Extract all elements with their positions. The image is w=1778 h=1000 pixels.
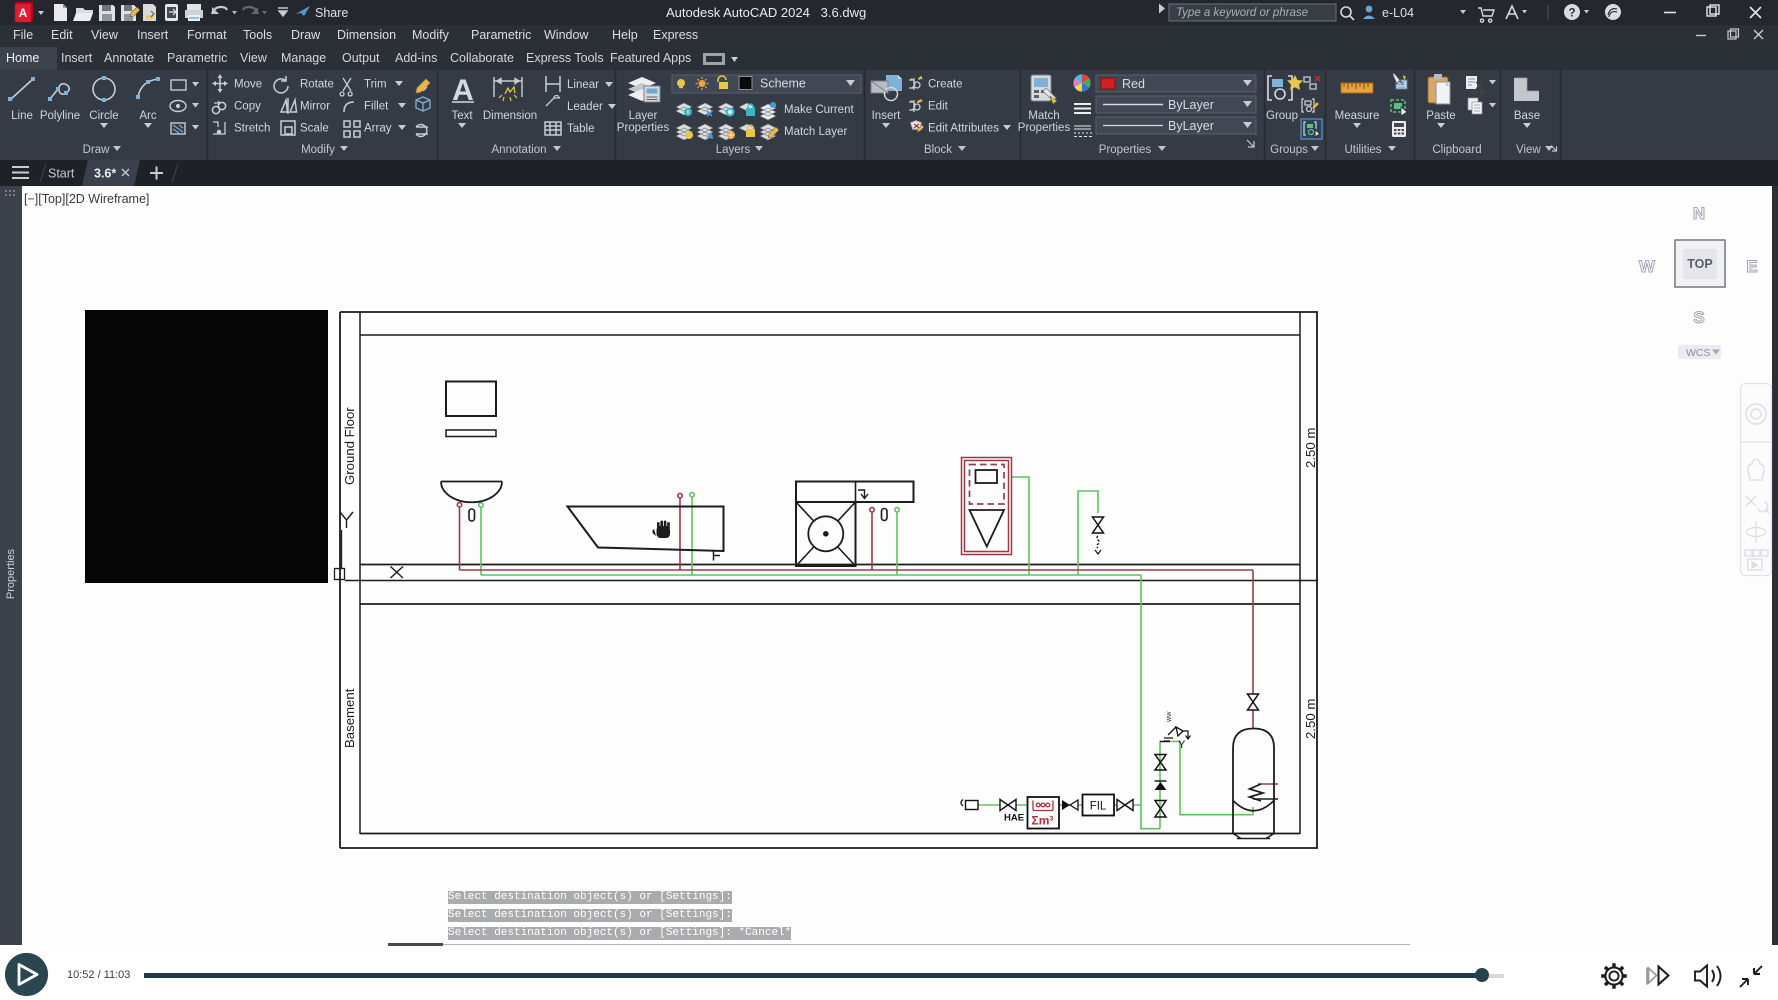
- svg-text:Dimension: Dimension: [483, 110, 537, 122]
- svg-text:Basement: Basement: [342, 688, 357, 748]
- svg-text:Text: Text: [451, 110, 473, 122]
- svg-text:TOP: TOP: [1687, 257, 1712, 271]
- svg-text:Move: Move: [234, 79, 262, 91]
- svg-text:Leader: Leader: [567, 101, 603, 113]
- svg-text:Base: Base: [1514, 110, 1540, 122]
- svg-text:HAE: HAE: [1004, 813, 1024, 824]
- svg-text:Block: Block: [924, 144, 952, 156]
- svg-text:Draw: Draw: [83, 144, 111, 156]
- svg-text:Polyline: Polyline: [40, 110, 80, 122]
- svg-text:Fillet: Fillet: [364, 101, 389, 113]
- svg-text:e-L04: e-L04: [1382, 6, 1414, 20]
- svg-text:Match: Match: [1028, 110, 1059, 122]
- svg-text:Line: Line: [11, 110, 33, 122]
- svg-text:Edit Attributes: Edit Attributes: [928, 123, 999, 135]
- svg-text:Share: Share: [315, 6, 348, 20]
- svg-text:Linear: Linear: [567, 79, 599, 91]
- svg-text:A: A: [19, 6, 28, 20]
- svg-text:Insert: Insert: [872, 110, 902, 122]
- svg-text:View: View: [1516, 144, 1541, 156]
- svg-text:Utilities: Utilities: [1344, 144, 1381, 156]
- svg-text:Stretch: Stretch: [234, 123, 270, 135]
- svg-text:ByLayer: ByLayer: [1168, 119, 1214, 133]
- svg-text:Arc: Arc: [139, 110, 157, 122]
- svg-text:Group: Group: [1266, 110, 1298, 122]
- svg-text:Circle: Circle: [89, 110, 118, 122]
- svg-text:Layer: Layer: [629, 110, 658, 122]
- svg-text:Groups: Groups: [1270, 144, 1308, 156]
- svg-text:S: S: [1693, 308, 1704, 327]
- svg-text:Edit: Edit: [928, 101, 949, 113]
- svg-text:FIL: FIL: [1090, 801, 1107, 813]
- svg-text:Modify: Modify: [301, 144, 335, 156]
- svg-text:Array: Array: [364, 123, 392, 135]
- svg-text:Type a keyword or phrase: Type a keyword or phrase: [1176, 7, 1308, 19]
- svg-text:Properties: Properties: [617, 122, 670, 134]
- svg-text:E: E: [1746, 257, 1757, 276]
- svg-text:Annotation: Annotation: [492, 144, 547, 156]
- svg-text:Measure: Measure: [1335, 110, 1380, 122]
- svg-text:Copy: Copy: [234, 101, 261, 113]
- svg-text:W: W: [1639, 257, 1656, 276]
- svg-text:Start: Start: [48, 167, 75, 181]
- svg-text:N: N: [1693, 204, 1705, 223]
- svg-text:2.50 m: 2.50 m: [1303, 699, 1318, 739]
- svg-text:Autodesk AutoCAD 2024 3.6.dw: Autodesk AutoCAD 2024 3.6.dwg: [666, 5, 866, 20]
- svg-text:Ground Floor: Ground Floor: [342, 407, 357, 485]
- svg-text:Rotate: Rotate: [300, 79, 334, 91]
- svg-text:Match Layer: Match Layer: [784, 126, 847, 138]
- svg-text:ByLayer: ByLayer: [1168, 98, 1214, 112]
- svg-text:WCS: WCS: [1686, 347, 1711, 359]
- svg-text:Red: Red: [1122, 77, 1145, 91]
- svg-text:Mirror: Mirror: [300, 101, 330, 113]
- svg-text:?: ?: [1568, 8, 1575, 20]
- svg-text:Σm³: Σm³: [1032, 814, 1054, 828]
- svg-text:Properties: Properties: [1099, 144, 1152, 156]
- svg-text:Layers: Layers: [716, 144, 751, 156]
- svg-text:Scale: Scale: [300, 123, 329, 135]
- svg-text:Make Current: Make Current: [784, 104, 854, 116]
- svg-text:Y: Y: [1178, 739, 1186, 751]
- svg-text:Clipboard: Clipboard: [1432, 144, 1481, 156]
- svg-text:Scheme: Scheme: [760, 77, 806, 91]
- svg-text:2.50 m: 2.50 m: [1303, 428, 1318, 468]
- svg-text:Paste: Paste: [1426, 110, 1455, 122]
- svg-text:Table: Table: [567, 123, 595, 135]
- svg-text:Properties: Properties: [1018, 122, 1071, 134]
- svg-text:Trim: Trim: [364, 79, 387, 91]
- svg-text:3.6*: 3.6*: [94, 167, 116, 181]
- svg-text:Create: Create: [928, 79, 963, 91]
- svg-text:WW: WW: [1167, 711, 1173, 722]
